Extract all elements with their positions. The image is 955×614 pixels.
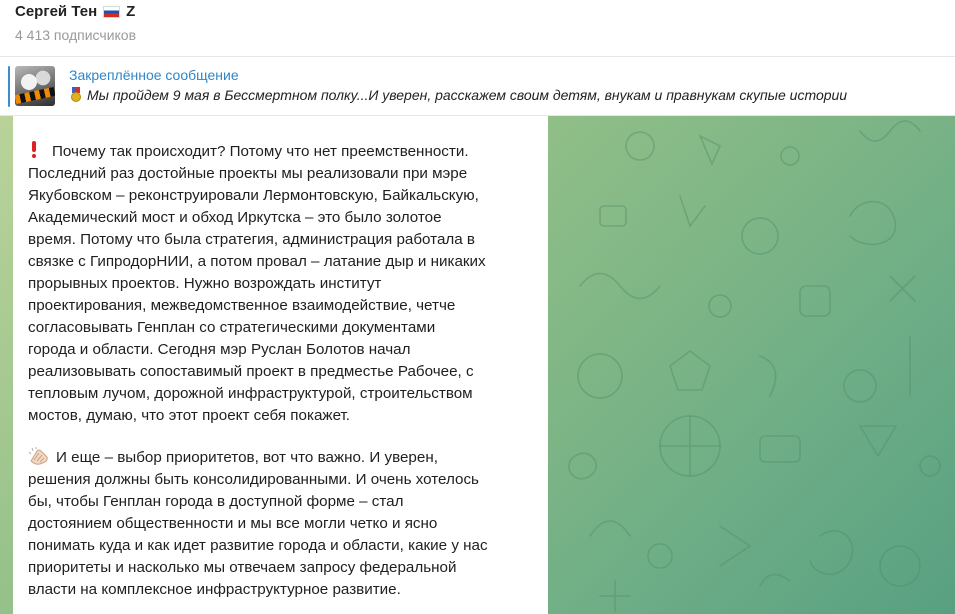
message-line: бы, чтобы Генплан города в доступной фор… [28,493,404,510]
message-line: Почему так происходит? Потому что нет пр… [52,143,469,160]
message-line: решения должны быть консолидированными. … [28,471,479,488]
message-line: приоритеты и насколько мы отвечаем запро… [28,559,457,576]
message-line: прорывных проектов. Нужно возрождать инс… [28,275,382,292]
channel-header[interactable]: Сергей Тен Z 4 413 подписчиков [0,0,955,57]
message-line: согласовывать Генплан со стратегическими… [28,319,436,336]
red-exclamation-icon [28,141,40,158]
message-line: мостов, думаю, что этот проект себя пока… [28,407,350,424]
message-line: время. Потому что была стратегия, админи… [28,231,475,248]
pinned-preview: Мы пройдем 9 мая в Бессмертном полку...И… [69,87,953,103]
message-paragraph-2: И еще – выбор приоритетов, вот что важно… [28,447,488,601]
message-line: Академический мост и обход Иркутска – эт… [28,209,442,226]
message-line: Последний раз достойные проекты мы реали… [28,165,468,182]
message-line: города и области. Сегодня мэр Руслан Бол… [28,341,411,358]
message-line: проектирования, межведомственное взаимод… [28,297,456,314]
clapping-hands-icon [28,447,48,465]
message-bubble[interactable]: Почему так происходит? Потому что нет пр… [13,116,548,614]
message-line: достоянием общественности и мы все могли… [28,515,438,532]
message-paragraph-1: Почему так происходит? Потому что нет пр… [28,141,486,427]
message-line: И еще – выбор приоритетов, вот что важно… [56,449,438,466]
message-line: Якубовском – реконструировали Лермонтовс… [28,187,479,204]
russia-flag-icon [103,5,121,18]
medal-icon [69,87,83,103]
message-line: реализовывать сопоставимый проект в пред… [28,363,474,380]
pinned-indicator [8,66,10,107]
pinned-message-bar[interactable]: Закреплённое сообщение Мы пройдем 9 мая … [0,57,955,116]
message-line: понимать куда и как идет развитие города… [28,537,488,554]
message-line: тепловым лучом, дорожной инфраструктурой… [28,385,473,402]
subscriber-count: 4 413 подписчиков [15,27,137,43]
channel-title[interactable]: Сергей Тен Z [15,3,135,20]
message-line: связке с ГипродорНИИ, а потом провал – л… [28,253,486,270]
pinned-title: Закреплённое сообщение [69,67,239,83]
channel-suffix: Z [126,3,136,20]
message-line: власти на комплексное инфраструктурное р… [28,581,401,598]
pinned-preview-text: Мы пройдем 9 мая в Бессмертном полку...И… [87,87,848,103]
pinned-thumbnail [15,66,55,106]
channel-name: Сергей Тен [15,3,98,20]
